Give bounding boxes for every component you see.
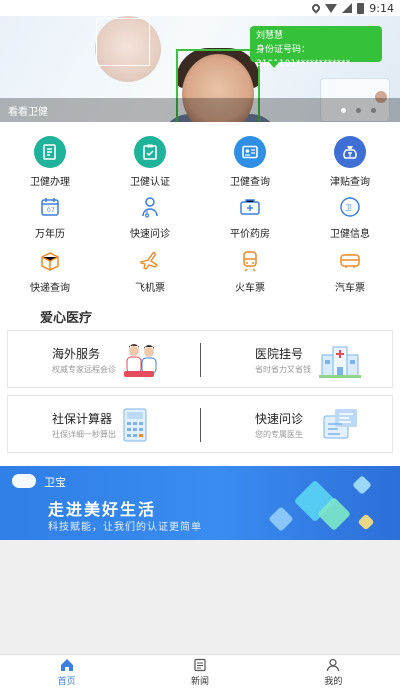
money-bag-icon — [334, 136, 366, 168]
feature-label: 快速问诊 — [130, 229, 170, 240]
feature-jintie-chaxun[interactable]: 津贴查询 — [300, 136, 400, 188]
feature-label: 卫健办理 — [30, 177, 70, 188]
airplane-icon — [137, 248, 163, 274]
svg-text:07: 07 — [47, 207, 55, 214]
train-icon — [237, 248, 263, 274]
feature-label: 卫健查询 — [230, 177, 270, 188]
tab-label: 首页 — [57, 677, 76, 687]
feature-train[interactable]: 火车票 — [200, 248, 300, 294]
banner-dot[interactable] — [341, 108, 346, 113]
feature-label: 津贴查询 — [330, 177, 370, 188]
promo-cube-illustration — [352, 475, 372, 495]
feature-label: 平价药房 — [230, 229, 270, 240]
feature-weijian-renzheng[interactable]: 卫健认证 — [100, 136, 200, 188]
service-card: 社保计算器 社保详细一秒算出 快速问诊 您的专属医生 — [7, 395, 393, 453]
banner-dot[interactable] — [371, 108, 376, 113]
feature-bus[interactable]: 汽车票 — [300, 248, 400, 294]
service-title: 快速问诊 — [255, 412, 304, 426]
feature-grid-secondary: 07 万年历 快速问诊 平价药房 卫 卫健信息 — [0, 194, 400, 240]
tab-news[interactable]: 新闻 — [133, 655, 266, 690]
tab-home[interactable]: 首页 — [0, 655, 133, 690]
id-info-bubble: 刘慧慧 身份证号码：3101101************ — [250, 26, 382, 69]
feature-label: 万年历 — [35, 229, 65, 240]
hospital-illustration — [319, 346, 361, 378]
promo-logo-icon — [12, 474, 36, 488]
feature-weijian-info[interactable]: 卫 卫健信息 — [300, 194, 400, 240]
bottom-tab-bar: 首页 新闻 我的 — [0, 654, 400, 690]
feature-label: 汽车票 — [335, 283, 365, 294]
feature-pharmacy[interactable]: 平价药房 — [200, 194, 300, 240]
feature-grid-primary: 卫健办理 卫健认证 卫健查询 津贴查询 — [0, 136, 400, 188]
location-icon — [310, 2, 322, 14]
service-hospital-registration[interactable]: 医院挂号 省时省力又省钱 — [201, 331, 393, 389]
news-icon — [194, 658, 206, 672]
promo-subtitle: 科技赋能，让我们的认证更简单 — [48, 522, 202, 533]
service-subtitle: 省时省力又省钱 — [255, 365, 311, 374]
feature-express[interactable]: 快递查询 — [0, 248, 100, 294]
content-background — [0, 540, 400, 654]
feature-label: 飞机票 — [135, 283, 165, 294]
tab-label: 新闻 — [190, 677, 209, 687]
service-card: 海外服务 权威专家远程会诊 医院挂号 省时省力又省钱 — [7, 330, 393, 388]
feature-weijian-chaxun[interactable]: 卫健查询 — [200, 136, 300, 188]
wifi-icon — [325, 3, 338, 13]
calendar-icon: 07 — [37, 194, 63, 220]
feature-grid-travel: 快递查询 飞机票 火车票 汽车票 — [0, 248, 400, 294]
id-bubble-name: 刘慧慧 — [256, 31, 284, 41]
feature-quick-consult[interactable]: 快速问诊 — [100, 194, 200, 240]
service-subtitle: 您的专属医生 — [255, 430, 303, 439]
status-bar: 9:14 — [0, 0, 400, 16]
banner-pagination[interactable] — [341, 108, 376, 113]
document-edit-icon — [34, 136, 66, 168]
face-detect-box-small — [96, 18, 150, 66]
service-title: 海外服务 — [52, 347, 101, 361]
status-time: 9:14 — [369, 1, 394, 15]
service-quick-consult[interactable]: 快速问诊 您的专属医生 — [201, 396, 393, 454]
calculator-illustration — [123, 408, 147, 442]
medicine-box-icon — [237, 194, 263, 220]
promo-cube-illustration — [268, 506, 294, 532]
promo-banner[interactable]: 卫宝 走进美好生活 科技赋能，让我们的认证更简单 — [0, 466, 400, 540]
feature-label: 快递查询 — [30, 283, 70, 294]
hero-banner[interactable]: 刘慧慧 身份证号码：3101101************ 看看卫健 — [0, 16, 400, 122]
user-icon — [327, 658, 340, 672]
banner-dot[interactable] — [356, 108, 361, 113]
service-subtitle: 社保详细一秒算出 — [52, 430, 116, 439]
svg-text:卫: 卫 — [345, 204, 352, 212]
service-overseas[interactable]: 海外服务 权威专家远程会诊 — [8, 331, 200, 389]
feature-flight[interactable]: 飞机票 — [100, 248, 200, 294]
home-icon — [60, 659, 73, 671]
id-card-icon — [234, 136, 266, 168]
service-title: 社保计算器 — [52, 412, 113, 426]
promo-headline: 走进美好生活 — [48, 500, 157, 519]
feature-calendar[interactable]: 07 万年历 — [0, 194, 100, 240]
doctors-illustration — [124, 344, 157, 377]
feature-label: 火车票 — [235, 283, 265, 294]
service-social-security-calculator[interactable]: 社保计算器 社保详细一秒算出 — [8, 396, 200, 454]
consult-illustration — [323, 409, 357, 439]
battery-icon — [357, 2, 365, 14]
id-bubble-number: 身份证号码：3101101************ — [256, 45, 351, 69]
feature-label: 卫健信息 — [330, 229, 370, 240]
tab-profile[interactable]: 我的 — [267, 655, 400, 690]
info-badge-icon: 卫 — [337, 194, 363, 220]
feature-weijian-banli[interactable]: 卫健办理 — [0, 136, 100, 188]
clipboard-check-icon — [134, 136, 166, 168]
package-icon — [37, 248, 63, 274]
tab-label: 我的 — [324, 677, 343, 687]
service-title: 医院挂号 — [255, 347, 304, 361]
service-subtitle: 权威专家远程会诊 — [52, 365, 116, 374]
banner-caption: 看看卫健 — [8, 107, 48, 118]
feature-label: 卫健认证 — [130, 177, 170, 188]
section-title: 爱心医疗 — [40, 311, 93, 326]
promo-logo-text: 卫宝 — [44, 476, 66, 489]
promo-cube-illustration — [357, 513, 375, 531]
signal-icon — [342, 3, 353, 13]
doctor-icon — [137, 194, 163, 220]
banner-caption-bar: 看看卫健 — [0, 98, 400, 122]
bus-icon — [337, 248, 363, 274]
